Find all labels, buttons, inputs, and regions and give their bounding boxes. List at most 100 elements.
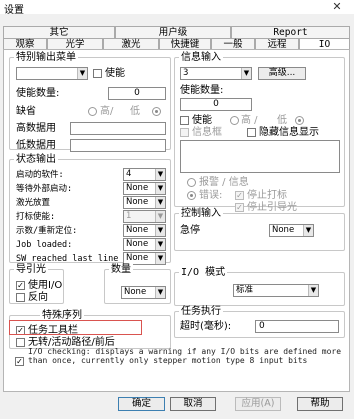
io-checking-note: I/O checking: displays a warning if any …: [28, 347, 342, 365]
io-mode-title: I/O 模式: [179, 267, 228, 278]
special-output-menu-group: 特别输出菜单 ▼ 使能 使能数量: 0 缺省 高/ 低 高数据用 低数据用: [9, 52, 171, 152]
status-label-5: Job loaded:: [16, 240, 73, 250]
chevron-down-icon: ▼: [155, 169, 165, 180]
alarm-label: 报警 / 信息: [199, 177, 249, 188]
no-backlink-checkbox[interactable]: [16, 338, 25, 347]
cancel-button[interactable]: 取消: [170, 397, 216, 411]
tab-other[interactable]: 其它: [3, 26, 115, 38]
hide-info-label: 隐藏信息显示: [259, 127, 319, 138]
info-input-group: 信息输入 3 ▼ 高级... 使能数量: 0 使能 高 / 低 信息框 隐藏信息…: [174, 52, 345, 213]
special-output-select[interactable]: ▼: [16, 67, 88, 80]
info-high-radio[interactable]: [230, 116, 239, 125]
window-title: 设置: [4, 5, 24, 16]
count-title: 数量: [109, 264, 133, 275]
close-icon[interactable]: ✕: [326, 0, 348, 13]
chevron-down-icon: ▼: [155, 197, 165, 208]
error-radio[interactable]: [187, 191, 196, 200]
chevron-down-icon: ▼: [155, 225, 165, 236]
special-high-time-label: 高数据用: [16, 123, 56, 134]
error-label: 错误:: [199, 190, 223, 201]
status-label-3: 打标使能:: [16, 212, 56, 222]
io-checking-checkbox[interactable]: ✓: [15, 357, 24, 366]
count-select[interactable]: None ▼: [121, 286, 166, 299]
status-label-4: 示数/重新定位:: [16, 226, 78, 236]
special-output-menu-title: 特别输出菜单: [14, 52, 78, 63]
info-enable-count-field[interactable]: 0: [180, 98, 252, 111]
ok-button[interactable]: 确定: [118, 397, 165, 411]
use-io-checkbox[interactable]: ✓: [16, 281, 25, 290]
advanced-button[interactable]: 高级...: [258, 67, 306, 80]
chevron-down-icon: ▼: [77, 68, 87, 79]
special-high-radio[interactable]: [88, 107, 97, 116]
status-select-1[interactable]: None ▼: [123, 182, 166, 195]
io-tab-panel: 特别输出菜单 ▼ 使能 使能数量: 0 缺省 高/ 低 高数据用 低数据用 信息…: [3, 49, 350, 392]
special-high-time-field[interactable]: [70, 122, 166, 135]
control-input-title: 控制输入: [179, 208, 223, 219]
chevron-down-icon: ▼: [241, 68, 251, 79]
reverse-label: 反向: [28, 292, 48, 303]
info-enable-checkbox[interactable]: [180, 116, 189, 125]
chevron-down-icon: ▼: [155, 183, 165, 194]
info-box-checkbox[interactable]: [180, 128, 189, 137]
tab-user-level[interactable]: 用户级: [115, 26, 231, 38]
guide-light-group: 导引光 ✓ 使用I/O 反向: [9, 264, 64, 304]
status-label-2: 激光放置: [16, 198, 51, 208]
info-enable-label: 使能: [192, 115, 212, 126]
stop-guide-checkbox[interactable]: ✓: [235, 203, 244, 212]
info-enable-count-label: 使能数量:: [180, 85, 224, 96]
chevron-down-icon: ▼: [155, 239, 165, 250]
status-select-5[interactable]: None ▼: [123, 238, 166, 251]
special-low-time-label: 低数据用: [16, 140, 56, 151]
special-enable-label: 使能: [105, 68, 125, 79]
use-io-label: 使用I/O: [28, 280, 63, 291]
special-enable-count-field[interactable]: 0: [108, 87, 166, 100]
status-select-0[interactable]: 4 ▼: [123, 168, 166, 181]
control-input-group: 控制输入 急停 None ▼: [174, 208, 345, 251]
alarm-radio[interactable]: [187, 178, 196, 187]
settings-dialog: 设置 ✕ 其它 用户级 Report 观察 光学 激光 快捷键 一般 远程 IO…: [0, 0, 354, 419]
timeout-label: 超时(毫秒):: [180, 321, 232, 332]
info-low-radio[interactable]: [295, 116, 304, 125]
highlight-annotation: [9, 320, 142, 335]
guide-light-title: 导引光: [14, 264, 48, 275]
chevron-down-icon: ▼: [303, 225, 313, 236]
status-select-3[interactable]: 1 ▼: [123, 210, 166, 223]
status-select-4[interactable]: None ▼: [123, 224, 166, 237]
special-low-radio[interactable]: [152, 107, 161, 116]
info-input-select[interactable]: 3 ▼: [180, 67, 252, 80]
stop-print-checkbox[interactable]: ✓: [235, 191, 244, 200]
status-label-1: 等待外部启动:: [16, 184, 73, 194]
chevron-down-icon: ▼: [155, 211, 165, 222]
status-output-title: 状态输出: [14, 154, 58, 165]
status-select-2[interactable]: None ▼: [123, 196, 166, 209]
chevron-down-icon: ▼: [155, 287, 165, 298]
info-low-label: 低: [277, 115, 287, 126]
special-low-label: 低: [130, 106, 140, 117]
count-group: 数量 None ▼: [104, 264, 171, 304]
status-label-0: 启动的软件:: [16, 170, 64, 180]
task-exec-group: 任务执行 超时(毫秒): 0: [174, 306, 345, 338]
hide-info-checkbox[interactable]: [247, 128, 256, 137]
help-button[interactable]: 帮助: [297, 397, 343, 411]
estop-label: 急停: [180, 225, 200, 236]
chevron-down-icon: ▼: [155, 253, 165, 264]
special-default-label: 缺省: [16, 106, 36, 117]
info-input-title: 信息输入: [179, 52, 223, 63]
apply-button[interactable]: 应用(A): [235, 397, 281, 411]
tab-row-1: 其它 用户级 Report: [3, 26, 350, 38]
chevron-down-icon: ▼: [308, 285, 318, 296]
special-enable-checkbox[interactable]: [93, 69, 102, 78]
info-high-label: 高 /: [241, 115, 258, 126]
reverse-checkbox[interactable]: [16, 293, 25, 302]
info-box-label: 信息框: [192, 127, 222, 138]
status-output-group: 状态输出 启动的软件: 4 ▼ 等待外部启动: None ▼ 激光放置 None ▼ …: [9, 154, 171, 265]
info-text-box[interactable]: [180, 140, 340, 173]
estop-select[interactable]: None ▼: [269, 224, 314, 237]
io-mode-select[interactable]: 标准 ▼: [233, 284, 319, 297]
special-low-time-field[interactable]: [70, 139, 166, 152]
task-exec-title: 任务执行: [179, 306, 223, 317]
tab-report[interactable]: Report: [231, 26, 350, 38]
timeout-field[interactable]: 0: [255, 320, 339, 333]
special-enable-count-label: 使能数量:: [16, 88, 60, 99]
special-high-label: 高/: [100, 106, 114, 117]
